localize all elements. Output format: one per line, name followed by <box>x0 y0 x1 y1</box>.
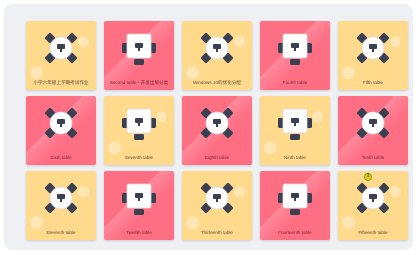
table-icon <box>195 26 239 70</box>
table-icon <box>273 26 317 70</box>
table-card[interactable]: Seventh table <box>104 96 174 165</box>
table-label: Fifth table <box>362 80 384 85</box>
table-card[interactable]: Ninth table <box>260 96 330 165</box>
tables-panel: 小学六年级上学期考试作业 Second table - 开发出版分类 Windows… <box>4 4 413 250</box>
table-icon <box>351 176 395 220</box>
table-card[interactable]: Eleventh table <box>26 171 96 240</box>
table-icon <box>39 26 83 70</box>
table-card[interactable]: Tenth table <box>338 96 408 165</box>
table-label: Eighth table <box>204 155 230 160</box>
table-card[interactable]: Fifth table <box>338 21 408 90</box>
table-icon <box>117 176 161 220</box>
table-icon <box>351 101 395 145</box>
table-label: Second table - 开发出版分类 <box>109 80 169 85</box>
table-icon <box>39 101 83 145</box>
table-icon <box>117 101 161 145</box>
table-label: Seventh table <box>124 155 154 160</box>
table-icon <box>117 26 161 70</box>
table-label: Tenth table <box>361 155 385 160</box>
table-label: 小学六年级上学期考试作业 <box>33 80 89 85</box>
tables-grid: 小学六年级上学期考试作业 Second table - 开发出版分类 Windows… <box>26 21 408 240</box>
table-card[interactable]: 小学六年级上学期考试作业 <box>26 21 96 90</box>
table-icon <box>351 26 395 70</box>
table-card[interactable]: Eighth table <box>182 96 252 165</box>
table-label: Fifteenth table <box>358 230 388 235</box>
table-icon <box>195 101 239 145</box>
table-card[interactable]: Windows 10的优化分配 <box>182 21 252 90</box>
table-label: Fourteenth table <box>278 230 312 235</box>
table-icon <box>273 176 317 220</box>
table-card[interactable]: Fourth table <box>260 21 330 90</box>
table-label: Windows 10的优化分配 <box>193 80 241 85</box>
table-icon <box>39 176 83 220</box>
table-card[interactable]: Second table - 开发出版分类 <box>104 21 174 90</box>
notification-badge: 1 <box>364 173 372 181</box>
table-card[interactable]: Thirteenth table <box>182 171 252 240</box>
table-card[interactable]: Fourteenth table <box>260 171 330 240</box>
table-label: Eleventh table <box>46 230 76 235</box>
table-card[interactable]: 1 Fifteenth table <box>338 171 408 240</box>
table-label: Ninth table <box>284 155 306 160</box>
table-card[interactable]: Twelfth table <box>104 171 174 240</box>
table-label: Sixth table <box>50 155 72 160</box>
table-card[interactable]: Sixth table <box>26 96 96 165</box>
table-icon <box>273 101 317 145</box>
table-label: Fourth table <box>282 80 308 85</box>
table-icon <box>195 176 239 220</box>
table-label: Thirteenth table <box>201 230 233 235</box>
table-label: Twelfth table <box>126 230 152 235</box>
